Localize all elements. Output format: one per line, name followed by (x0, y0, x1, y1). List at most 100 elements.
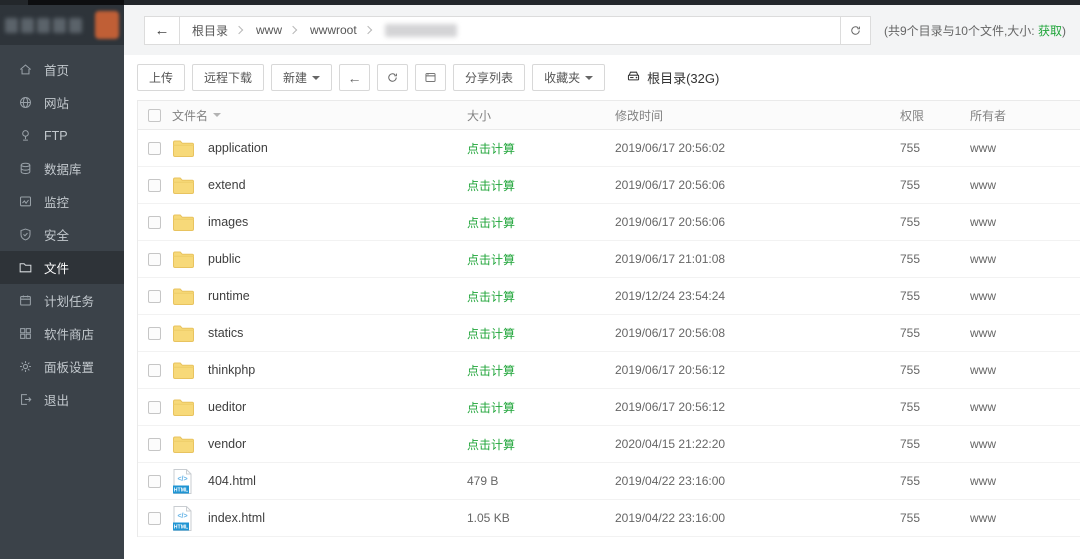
calculate-size-link[interactable]: 点击计算 (467, 327, 515, 341)
file-name[interactable]: index.html (208, 511, 467, 525)
database-icon (18, 161, 33, 176)
header-filename[interactable]: 文件名 (172, 107, 467, 124)
calculate-size-link[interactable]: 点击计算 (467, 290, 515, 304)
breadcrumb-segment[interactable]: wwwroot (298, 23, 363, 37)
refresh-button[interactable] (377, 64, 408, 91)
row-checkbox-cell (138, 438, 172, 451)
get-size-link[interactable]: 获取 (1038, 24, 1062, 38)
sidebar-item-home[interactable]: 首页 (0, 53, 124, 86)
breadcrumb-back-button[interactable]: ← (145, 17, 180, 44)
file-name[interactable]: application (208, 141, 467, 155)
row-checkbox[interactable] (148, 216, 161, 229)
row-checkbox[interactable] (148, 364, 161, 377)
table-row: thinkphp 点击计算 2019/06/17 20:56:12 755 ww… (138, 352, 1080, 389)
row-checkbox[interactable] (148, 475, 161, 488)
table-row: runtime 点击计算 2019/12/24 23:54:24 755 www (138, 278, 1080, 315)
header-checkbox-cell (138, 109, 172, 122)
path-refresh-button[interactable] (840, 16, 871, 45)
breadcrumb-segment[interactable]: 根目录 (180, 22, 234, 39)
file-name[interactable]: extend (208, 178, 467, 192)
row-checkbox[interactable] (148, 290, 161, 303)
root-disk-label[interactable]: 根目录(32G) (626, 68, 719, 87)
favorites-button[interactable]: 收藏夹 (532, 64, 605, 91)
table-row: ueditor 点击计算 2019/06/17 20:56:12 755 www (138, 389, 1080, 426)
svg-text:HTML: HTML (174, 487, 189, 493)
row-checkbox[interactable] (148, 438, 161, 451)
favorites-button-label: 收藏夹 (544, 69, 580, 86)
file-name[interactable]: ueditor (208, 400, 467, 414)
chevron-right-icon (289, 26, 297, 34)
sidebar-item-label: 退出 (44, 390, 69, 409)
row-checkbox[interactable] (148, 512, 161, 525)
row-checkbox[interactable] (148, 401, 161, 414)
file-perm: 755 (900, 252, 970, 266)
file-owner: www (970, 252, 1080, 266)
header-size[interactable]: 大小 (467, 107, 615, 124)
file-perm: 755 (900, 437, 970, 451)
calculate-size-link[interactable]: 点击计算 (467, 179, 515, 193)
row-checkbox-cell (138, 512, 172, 525)
sidebar-item-monitor[interactable]: 监控 (0, 185, 124, 218)
sidebar-item-site[interactable]: 网站 (0, 86, 124, 119)
html-file-icon: </>HTML (172, 468, 208, 495)
file-name[interactable]: 404.html (208, 474, 467, 488)
row-checkbox[interactable] (148, 179, 161, 192)
calculate-size-link[interactable]: 点击计算 (467, 438, 515, 452)
share-list-button[interactable]: 分享列表 (453, 64, 525, 91)
sidebar-item-cron[interactable]: 计划任务 (0, 284, 124, 317)
row-checkbox-cell (138, 475, 172, 488)
html-file-icon: </>HTML (172, 505, 208, 532)
sidebar-item-database[interactable]: 数据库 (0, 152, 124, 185)
calculate-size-link[interactable]: 点击计算 (467, 401, 515, 415)
logout-icon (18, 392, 33, 407)
row-checkbox[interactable] (148, 253, 161, 266)
file-size: 点击计算 (467, 140, 615, 157)
stats-text-suffix: ) (1062, 24, 1066, 38)
header-mtime[interactable]: 修改时间 (615, 107, 900, 124)
breadcrumb-segment[interactable]: www (244, 23, 288, 37)
file-name[interactable]: runtime (208, 289, 467, 303)
row-checkbox-cell (138, 401, 172, 414)
sidebar-item-settings[interactable]: 面板设置 (0, 350, 124, 383)
remote-download-button[interactable]: 远程下载 (192, 64, 264, 91)
file-mtime: 2019/06/17 20:56:06 (615, 178, 900, 192)
file-name[interactable]: statics (208, 326, 467, 340)
table-row: public 点击计算 2019/06/17 21:01:08 755 www (138, 241, 1080, 278)
breadcrumb-segment-blurred[interactable] (385, 24, 457, 37)
file-mtime: 2020/04/15 21:22:20 (615, 437, 900, 451)
file-size: 点击计算 (467, 214, 615, 231)
file-size: 点击计算 (467, 325, 615, 342)
calculate-size-link[interactable]: 点击计算 (467, 216, 515, 230)
sort-caret-icon (213, 113, 221, 117)
upload-button[interactable]: 上传 (137, 64, 185, 91)
table-row: images 点击计算 2019/06/17 20:56:06 755 www (138, 204, 1080, 241)
sidebar-item-files[interactable]: 文件 (0, 251, 124, 284)
calculate-size-link[interactable]: 点击计算 (467, 364, 515, 378)
file-mtime: 2019/06/17 20:56:02 (615, 141, 900, 155)
file-mtime: 2019/04/22 23:16:00 (615, 511, 900, 525)
select-all-checkbox[interactable] (148, 109, 161, 122)
new-button[interactable]: 新建 (271, 64, 332, 91)
sidebar-item-store[interactable]: 软件商店 (0, 317, 124, 350)
file-name[interactable]: public (208, 252, 467, 266)
chevron-right-icon (363, 26, 371, 34)
table-row: </>HTML index.html 1.05 KB 2019/04/22 23… (138, 500, 1080, 537)
file-name[interactable]: images (208, 215, 467, 229)
sidebar-item-ftp[interactable]: FTP (0, 119, 124, 152)
back-button[interactable]: ← (339, 64, 370, 91)
file-owner: www (970, 289, 1080, 303)
header-perm: 权限 (900, 107, 970, 124)
row-checkbox[interactable] (148, 142, 161, 155)
calculate-size-link[interactable]: 点击计算 (467, 142, 515, 156)
file-name[interactable]: thinkphp (208, 363, 467, 377)
sidebar-item-logout[interactable]: 退出 (0, 383, 124, 416)
shield-icon (18, 227, 33, 242)
sidebar-item-label: 网站 (44, 93, 69, 112)
store-icon (18, 326, 33, 341)
calculate-size-link[interactable]: 点击计算 (467, 253, 515, 267)
file-name[interactable]: vendor (208, 437, 467, 451)
sidebar-item-security[interactable]: 安全 (0, 218, 124, 251)
terminal-button[interactable] (415, 64, 446, 91)
file-owner: www (970, 178, 1080, 192)
row-checkbox[interactable] (148, 327, 161, 340)
